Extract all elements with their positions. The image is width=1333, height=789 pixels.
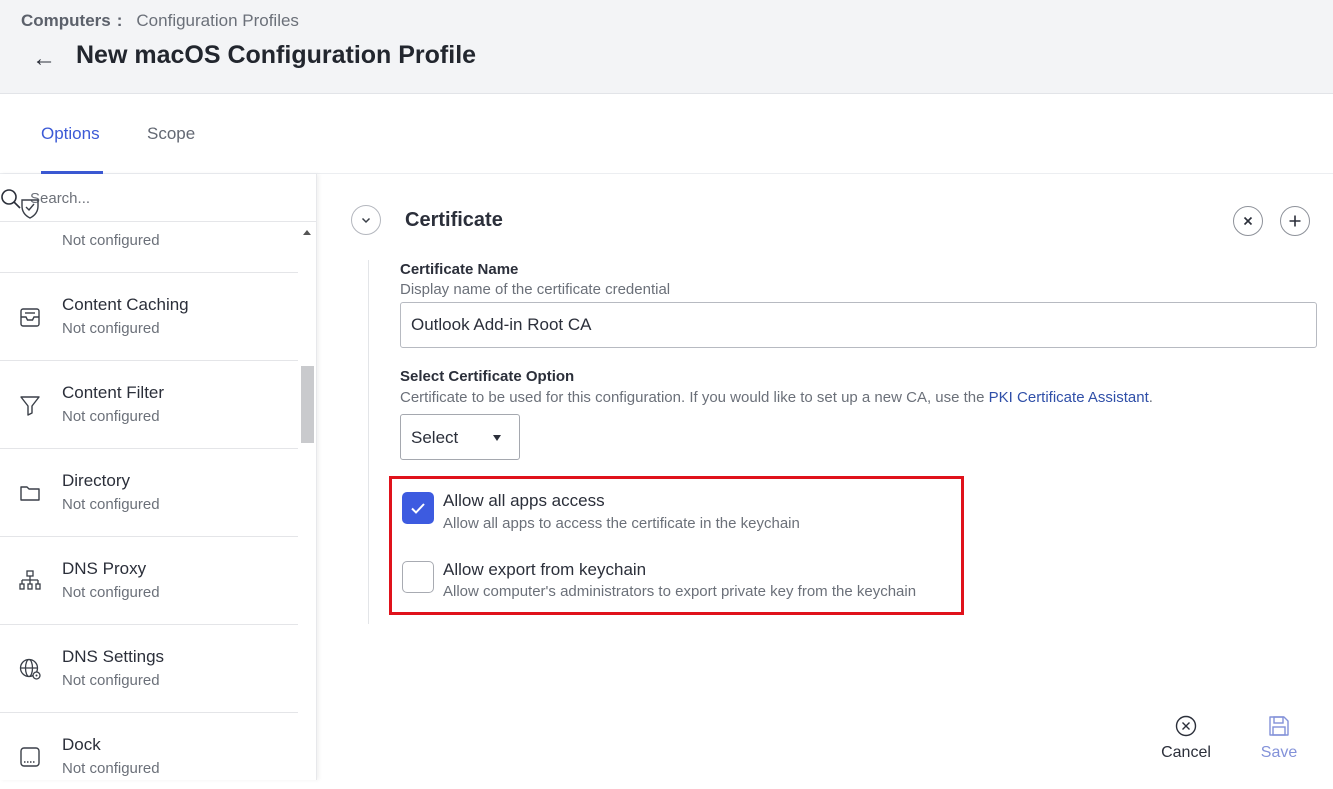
sidebar-item-status: Not configured	[62, 672, 160, 689]
cancel-circle-icon	[1175, 715, 1197, 737]
sidebar-item-name: DNS Proxy	[62, 559, 147, 578]
network-tree-icon	[19, 570, 41, 590]
globe-gear-icon	[19, 658, 41, 680]
sidebar-item-name: Directory	[62, 471, 131, 490]
save-button[interactable]: Save	[1239, 714, 1319, 764]
add-payload-button[interactable]	[1280, 206, 1310, 236]
save-icon	[1269, 716, 1289, 736]
section-title: Certificate	[405, 209, 503, 231]
certificate-name-label: Certificate Name	[400, 261, 519, 278]
close-icon	[1243, 216, 1253, 226]
sidebar-item-status: Not configured	[62, 408, 160, 425]
certificate-option-select[interactable]: Select	[400, 414, 520, 460]
save-label: Save	[1260, 744, 1298, 761]
certificate-option-description: Certificate to be used for this configur…	[400, 389, 1153, 406]
folder-icon	[20, 486, 40, 501]
sidebar-item-status: Not configured	[62, 584, 160, 601]
allow-all-apps-description: Allow all apps to access the certificate…	[443, 515, 800, 532]
breadcrumb-separator: :	[116, 11, 123, 30]
certificate-option-period: .	[1148, 389, 1153, 406]
chevron-down-icon	[361, 217, 371, 224]
collapse-section-button[interactable]	[351, 205, 381, 235]
allow-all-apps-title: Allow all apps access	[443, 491, 605, 510]
breadcrumb: Computers: Configuration Profiles	[21, 11, 299, 31]
dock-icon	[20, 747, 40, 767]
page-header: Computers: Configuration Profiles ← New m…	[0, 0, 1333, 94]
plus-icon	[1289, 215, 1301, 227]
tab-options[interactable]: Options	[41, 124, 100, 144]
select-value: Select	[411, 428, 459, 447]
allow-export-checkbox[interactable]	[402, 561, 434, 593]
certificate-name-input[interactable]	[400, 302, 1317, 348]
breadcrumb-current[interactable]: Configuration Profiles	[136, 11, 299, 30]
checkmark-icon	[411, 503, 425, 514]
pki-assistant-link[interactable]: PKI Certificate Assistant	[989, 389, 1149, 406]
section-divider	[368, 260, 369, 624]
sidebar-item-previous[interactable]: Not configured	[0, 196, 298, 273]
tab-bar: Options Scope	[0, 94, 1333, 174]
sidebar-scrollbar[interactable]	[299, 222, 316, 780]
allow-all-apps-checkbox[interactable]	[402, 492, 434, 524]
sidebar-item-name: DNS Settings	[62, 647, 165, 666]
remove-payload-button[interactable]	[1233, 206, 1263, 236]
certificate-name-description: Display name of the certificate credenti…	[400, 281, 671, 298]
tab-scope[interactable]: Scope	[147, 124, 195, 144]
breadcrumb-root[interactable]: Computers	[21, 11, 111, 30]
shield-check-icon	[21, 199, 39, 219]
allow-export-title: Allow export from keychain	[443, 560, 647, 579]
sidebar-item-dns-proxy[interactable]: DNS Proxy Not configured	[0, 537, 298, 625]
back-arrow-icon[interactable]: ←	[32, 45, 56, 73]
certificate-option-text: Certificate to be used for this configur…	[400, 389, 985, 406]
allow-export-description: Allow computer's administrators to expor…	[443, 583, 917, 600]
sidebar-item-name: Content Filter	[62, 383, 165, 402]
sidebar-item-dock[interactable]: Dock Not configured	[0, 713, 298, 780]
scroll-thumb[interactable]	[301, 366, 314, 443]
page-title: New macOS Configuration Profile	[76, 41, 477, 69]
sidebar-item-content-caching[interactable]: Content Caching Not configured	[0, 273, 298, 361]
filter-icon	[20, 396, 40, 416]
sidebar-item-status: Not configured	[62, 320, 160, 337]
cancel-button[interactable]: Cancel	[1146, 714, 1226, 764]
sidebar-item-status: Not configured	[62, 496, 160, 513]
payload-sidebar: Not configured Content Caching Not confi…	[0, 174, 317, 780]
caret-down-icon	[493, 435, 501, 441]
sidebar-item-status: Not configured	[62, 232, 160, 249]
sidebar-item-dns-settings[interactable]: DNS Settings Not configured	[0, 625, 298, 713]
sidebar-item-status: Not configured	[62, 760, 160, 777]
payload-editor: Certificate Certificate Name Display nam…	[318, 174, 1333, 780]
scroll-up-arrow-icon[interactable]	[303, 230, 311, 235]
cancel-label: Cancel	[1161, 744, 1211, 761]
certificate-option-label: Select Certificate Option	[400, 368, 575, 385]
sidebar-item-name: Content Caching	[62, 295, 189, 314]
sidebar-item-content-filter[interactable]: Content Filter Not configured	[0, 361, 298, 449]
inbox-tray-icon	[20, 308, 40, 327]
sidebar-item-name: Dock	[62, 735, 101, 754]
sidebar-item-directory[interactable]: Directory Not configured	[0, 449, 298, 537]
